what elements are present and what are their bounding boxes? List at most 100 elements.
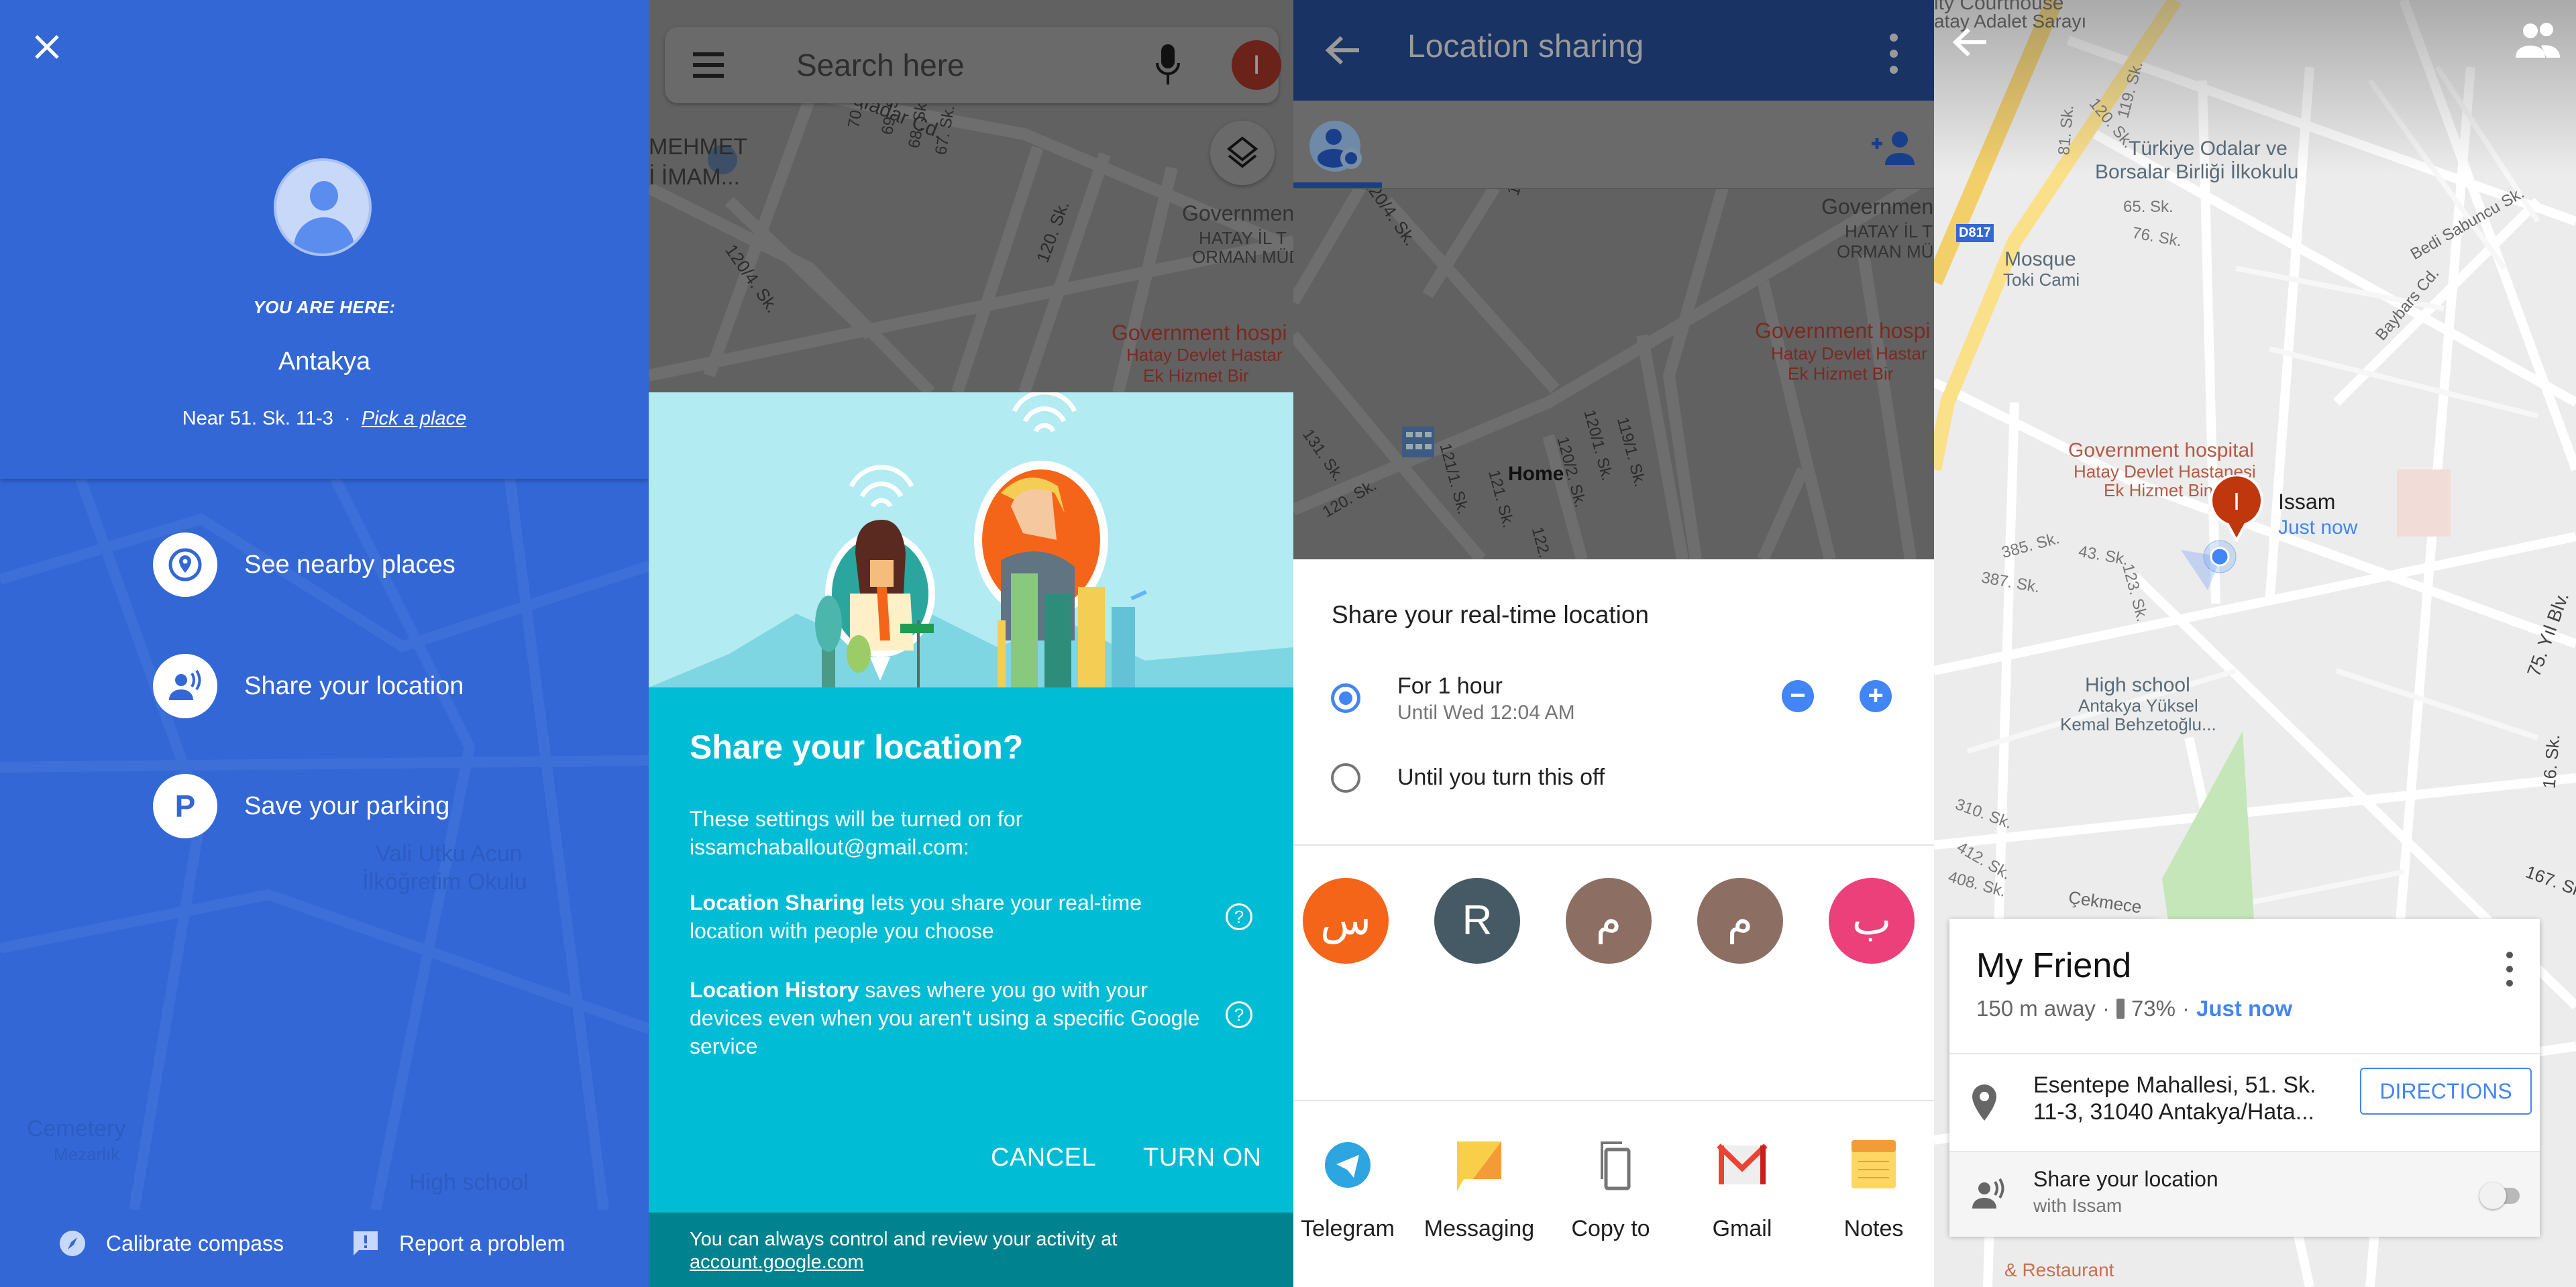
decrease-duration-button[interactable]: − [1782,680,1814,712]
share-location-subtitle: with Issam [2033,1195,2123,1216]
divider [1293,1100,1934,1101]
illustration-people-icon [649,392,1293,687]
directions-button[interactable]: DIRECTIONS [2360,1068,2532,1115]
user-avatar [274,158,372,256]
share-location-dialog: Share your location? These settings will… [649,687,1293,1213]
share-your-location-button[interactable]: Share your location [153,654,464,718]
back-arrow-icon[interactable] [1320,27,1367,74]
contact-avatar[interactable]: R [1434,878,1520,964]
location-sharing-help-button[interactable]: ? [1226,903,1252,930]
map-label: İ İMAM... [649,164,740,190]
map-label: HATAY İL T [1845,221,1933,241]
map-label: Mezarlık [54,1144,120,1164]
friend-pin-name: Issam [2278,490,2336,514]
report-a-problem-label: Report a problem [399,1231,566,1255]
account-google-link[interactable]: account.google.com [690,1251,864,1274]
contact-avatar[interactable]: م [1566,878,1652,964]
map-label: Mosque [2004,248,2076,270]
back-arrow-icon[interactable] [1947,19,1994,66]
share-bottom-sheet: Share your real-time location For 1 hour… [1293,559,1934,1287]
share-location-icon [169,669,201,700]
location-history-help-button[interactable]: ? [1226,1001,1252,1028]
share-location-dialog-screen: Mehmet Kafadar Cd. MEHMET İ İMAM... Gove… [649,0,1293,1287]
map-label: 65. Sk. [2123,198,2174,216]
save-your-parking-button[interactable]: P Save your parking [153,774,449,838]
option-until-turned-off[interactable]: Until you turn this off [1397,765,1605,791]
friend-pin-icon: I [2210,473,2263,544]
microphone-icon[interactable] [1155,43,1181,87]
pick-a-place-link[interactable]: Pick a place [362,408,466,429]
app-bar: Location sharing [1293,0,1934,101]
avatar-body-icon [294,217,354,254]
nearby-places-icon-circle [153,533,217,597]
map-label: Government hospi [1112,321,1287,345]
contact-avatar[interactable]: س [1303,878,1389,964]
help-icon: ? [1234,907,1244,927]
home-label: Home [1508,463,1564,485]
location-history-description: Location History saves where you go with… [690,978,1200,1058]
increase-duration-button[interactable]: + [1860,680,1892,712]
share-location-toggle[interactable] [2479,1182,2520,1209]
contact-avatar[interactable]: ب [1829,878,1915,964]
cancel-button[interactable]: CANCEL [991,1143,1096,1172]
report-a-problem-button[interactable]: Report a problem [352,1230,565,1257]
layers-button[interactable] [1210,121,1275,185]
people-icon[interactable] [2514,20,2561,60]
share-location-icon-circle [153,654,217,718]
close-button[interactable] [27,27,67,67]
friend-address: Esentepe Mahallesi, 51. Sk. 11-3, 31040 … [2033,1072,2316,1125]
friend-info-card: My Friend 150 m away · 73% · Just now Es… [1949,919,2540,1237]
radio-for-1-hour[interactable] [1331,683,1360,713]
distance: 150 m away [1976,996,2096,1021]
app-label: Telegram [1301,1216,1395,1241]
tab-people[interactable] [1293,101,1382,188]
location-sharing-title: Location Sharing [690,891,865,915]
parking-icon-circle: P [153,774,217,838]
turn-on-button[interactable]: TURN ON [1143,1143,1262,1172]
action-label: Save your parking [244,791,450,820]
add-person-icon[interactable] [1869,127,1916,168]
share-app-notes[interactable]: Notes [1810,1139,1934,1242]
calibrate-compass-button[interactable]: Calibrate compass [59,1230,284,1257]
battery-level: 73% [2131,996,2176,1021]
app-label: Notes [1843,1216,1904,1241]
help-icon: ? [1234,1005,1244,1025]
option-for-1-hour[interactable]: For 1 hour [1397,673,1503,700]
more-options-icon[interactable] [1884,27,1904,80]
map-label: Ek Hizmet Bir [1788,363,1894,384]
app-label: Gmail [1712,1216,1772,1241]
map-label: MEHMET [649,134,748,160]
search-bar: Search here I [665,27,1281,103]
battery-icon [2116,999,2125,1019]
divider [1949,1053,2540,1054]
divider [1293,844,1934,846]
location-sharing-description: Location Sharing lets you share your rea… [690,891,1142,943]
account-avatar-button[interactable]: I [1232,40,1281,90]
nearby-places-icon [168,548,202,581]
telegram-icon [1325,1142,1371,1188]
see-nearby-places-button[interactable]: See nearby places [153,533,455,597]
map-label: Government hospital [2068,439,2254,461]
notes-icon [1851,1140,1896,1188]
more-options-icon[interactable] [2500,946,2520,993]
radio-until-turned-off[interactable] [1331,763,1360,793]
share-location-row[interactable]: Share your location with Issam [1949,1151,2540,1237]
friend-location-marker[interactable]: I [2209,473,2264,544]
footer-text: You can always control and review your a… [690,1229,1118,1250]
share-app-messaging[interactable]: Messaging [1415,1139,1543,1242]
location-sharing-screen: Home Governmen HATAY İL T ORMAN MÜD Gove… [1293,0,1934,1287]
search-input[interactable]: Search here [796,47,965,83]
compass-icon [60,1231,85,1256]
near-address: Near 51. Sk. 11-3 · Pick a place [0,408,649,430]
contact-avatar[interactable]: م [1697,878,1783,964]
action-label: Share your location [244,671,464,700]
people-tab-bar [1293,101,1934,189]
friend-meta: 150 m away · 73% · Just now [1976,996,2293,1021]
current-location-header: YOU ARE HERE: Antakya Near 51. Sk. 11-3 … [0,0,649,479]
menu-button[interactable] [693,52,724,78]
share-app-telegram[interactable]: Telegram [1293,1139,1411,1242]
bottom-bar: Calibrate compass Report a problem [0,1210,649,1287]
share-app-gmail[interactable]: Gmail [1678,1139,1806,1242]
map-label: Government hospi [1755,319,1931,343]
share-app-copy-to[interactable]: Copy to [1547,1139,1674,1242]
